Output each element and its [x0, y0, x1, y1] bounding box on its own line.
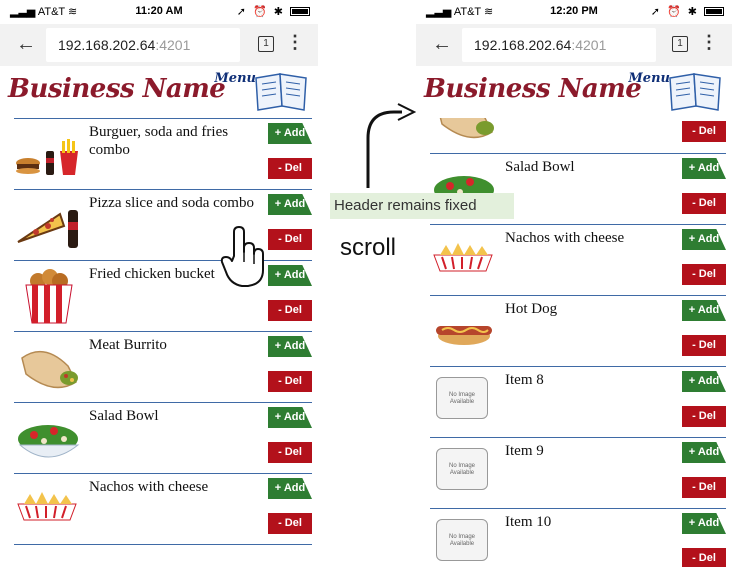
add-button[interactable]: + Add [268, 265, 312, 286]
delete-button[interactable]: - Del [682, 121, 726, 142]
add-button[interactable]: + Add [268, 407, 312, 428]
item-name: Item 10 [505, 514, 552, 530]
address-bar[interactable]: 192.168.202.64:4201 [46, 28, 240, 62]
item-name: Item 8 [505, 372, 544, 388]
add-button[interactable]: + Add [682, 300, 726, 321]
menu-book-icon [669, 73, 721, 111]
list-item: Nachos with cheese + Add - Del [430, 224, 726, 295]
add-button[interactable]: + Add [268, 194, 312, 215]
pizza-combo-icon [17, 210, 78, 248]
address-bar[interactable]: 192.168.202.64:4201 [462, 28, 656, 62]
no-image-icon: No Image Available [436, 519, 488, 561]
delete-button[interactable]: - Del [682, 548, 726, 567]
list-item: Meat Burrito + Add - Del [14, 331, 312, 402]
item-name: Salad Bowl [89, 408, 159, 424]
more-options-icon[interactable]: ⋮ [700, 32, 718, 53]
delete-button[interactable]: - Del [682, 193, 726, 214]
chicken-bucket-icon [25, 269, 73, 324]
list-item: - Del [430, 118, 726, 153]
back-arrow-icon[interactable]: ← [432, 33, 452, 56]
phone-screen-after-scroll: ▂▃▅ AT&T ≋ 12:20 PM ➚ ⏰ ✱ ← 192.168.202.… [416, 0, 732, 567]
header-fixed-note: Header remains fixed [330, 193, 514, 219]
list-item: Nachos with cheese + Add - Del [14, 473, 312, 544]
battery-icon [704, 7, 724, 16]
add-button[interactable]: + Add [268, 336, 312, 357]
add-button[interactable]: + Add [268, 123, 312, 144]
status-bar: ▂▃▅ AT&T ≋ 11:20 AM ➚ ⏰ ✱ [0, 0, 318, 22]
delete-button[interactable]: - Del [268, 513, 312, 534]
item-name: Pizza slice and soda combo [89, 195, 254, 211]
menu-book-icon [255, 73, 307, 111]
delete-button[interactable]: - Del [268, 371, 312, 392]
app-header: Business Name Menu [416, 66, 732, 118]
item-name: Salad Bowl [505, 159, 575, 175]
hotdog-icon [436, 326, 492, 345]
list-item: Hot Dog + Add - Del [430, 295, 726, 366]
curved-arrow-icon [366, 103, 416, 188]
burrito-icon [21, 350, 78, 389]
item-name: Burguer, soda and fries combo [89, 124, 229, 158]
battery-icon [290, 7, 310, 16]
nachos-icon [433, 243, 493, 272]
brand-title: Business Name [424, 74, 642, 104]
add-button[interactable]: + Add [682, 513, 726, 534]
status-icons: ➚ ⏰ ✱ [651, 5, 724, 18]
delete-button[interactable]: - Del [682, 477, 726, 498]
phone-screen-before-scroll: ▂▃▅ AT&T ≋ 11:20 AM ➚ ⏰ ✱ ← 192.168.202.… [0, 0, 318, 567]
menu-list[interactable]: - Del Salad Bowl + Add - Del Nachos with… [430, 118, 726, 567]
tab-count-button[interactable]: 1 [672, 36, 688, 52]
add-button[interactable]: + Add [682, 158, 726, 179]
burrito-icon [439, 118, 494, 139]
delete-button[interactable]: - Del [682, 406, 726, 427]
delete-button[interactable]: - Del [268, 442, 312, 463]
menu-list[interactable]: Burguer, soda and fries combo + Add - De… [14, 118, 312, 567]
item-name: Nachos with cheese [89, 479, 209, 495]
scroll-label: scroll [340, 234, 397, 261]
browser-toolbar: ← 192.168.202.64:4201 1 ⋮ [416, 24, 732, 66]
list-item: No Image Available Item 8 + Add - Del [430, 366, 726, 437]
delete-button[interactable]: - Del [682, 335, 726, 356]
delete-button[interactable]: - Del [268, 229, 312, 250]
status-bar: ▂▃▅ AT&T ≋ 12:20 PM ➚ ⏰ ✱ [416, 0, 732, 22]
list-item: Salad Bowl + Add - Del [14, 402, 312, 473]
nachos-icon [17, 492, 77, 521]
item-name: Item 9 [505, 443, 544, 459]
add-button[interactable]: + Add [268, 478, 312, 499]
app-header: Business Name Menu [0, 66, 318, 118]
no-image-icon: No Image Available [436, 448, 488, 490]
salad-icon [18, 425, 80, 458]
delete-button[interactable]: - Del [268, 158, 312, 179]
add-button[interactable]: + Add [682, 371, 726, 392]
tab-count-button[interactable]: 1 [258, 36, 274, 52]
list-item: No Image Available Item 10 + Add - Del [430, 508, 726, 567]
pointer-hand-icon [220, 226, 264, 287]
item-name: Meat Burrito [89, 337, 167, 353]
add-button[interactable]: + Add [682, 229, 726, 250]
brand-title: Business Name [8, 74, 226, 104]
delete-button[interactable]: - Del [268, 300, 312, 321]
delete-button[interactable]: - Del [682, 264, 726, 285]
menu-label: Menu [628, 71, 670, 86]
menu-label: Menu [214, 71, 256, 86]
add-button[interactable]: + Add [682, 442, 726, 463]
status-icons: ➚ ⏰ ✱ [237, 5, 310, 18]
list-item: No Image Available Item 9 + Add - Del [430, 437, 726, 508]
item-name: Nachos with cheese [505, 230, 625, 246]
list-divider [14, 544, 312, 554]
list-item: Burguer, soda and fries combo + Add - De… [14, 118, 312, 189]
no-image-icon: No Image Available [436, 377, 488, 419]
more-options-icon[interactable]: ⋮ [286, 32, 304, 53]
annotation-panel: Header remains fixed scroll [318, 0, 514, 567]
burger-combo-icon [16, 139, 78, 175]
back-arrow-icon[interactable]: ← [16, 33, 36, 56]
item-name: Hot Dog [505, 301, 558, 317]
browser-toolbar: ← 192.168.202.64:4201 1 ⋮ [0, 24, 318, 66]
